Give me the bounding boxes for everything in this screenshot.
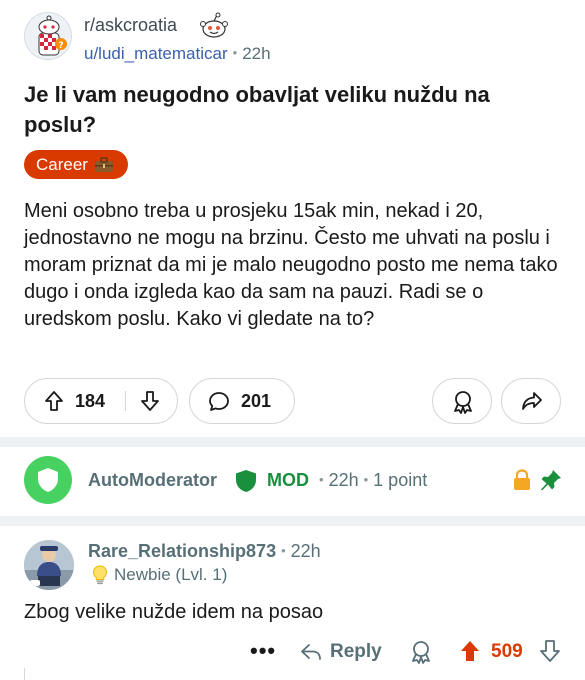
reply-label: Reply	[330, 641, 382, 662]
post-flair[interactable]: Career	[24, 150, 128, 179]
separator-dot: •	[281, 543, 286, 558]
pin-icon	[541, 470, 561, 491]
user-flair: Newbie (Lvl. 1)	[92, 565, 227, 585]
automod-meta: • 22h • 1 point	[314, 470, 427, 491]
post-meta: u/ludi_matematicar • 22h	[84, 44, 271, 64]
automod-name[interactable]: AutoModerator	[88, 470, 217, 491]
more-options-button[interactable]: •••	[250, 638, 276, 664]
post-author[interactable]: u/ludi_matematicar	[84, 44, 228, 63]
separator-dot: •	[232, 45, 238, 60]
commenter-avatar[interactable]	[24, 540, 74, 590]
downvote-icon[interactable]	[538, 639, 562, 663]
automod-avatar[interactable]	[24, 456, 72, 504]
comment-icon	[209, 392, 229, 411]
award-button[interactable]	[432, 378, 492, 424]
post-header: ? r/askcroatia u/ludi_matematicar • 22h	[24, 12, 564, 66]
comment-meta: Rare_Relationship873 • 22h	[88, 541, 321, 562]
comment-author[interactable]: Rare_Relationship873	[88, 541, 276, 561]
comment-score: 509	[491, 641, 523, 662]
comment-actions: ••• Reply 509	[0, 636, 585, 670]
comments-button[interactable]: 201	[189, 378, 295, 424]
share-button[interactable]	[501, 378, 561, 424]
separator-dot: •	[363, 472, 369, 487]
automod-points: 1 point	[373, 470, 428, 490]
downvote-icon[interactable]	[139, 390, 161, 412]
upvote-icon[interactable]	[43, 390, 65, 412]
comment-count: 201	[241, 391, 272, 411]
post-age: 22h	[242, 44, 271, 63]
reply-icon	[301, 644, 321, 660]
comment-text: Zbog velike nužde idem na posao	[24, 601, 324, 623]
mod-badge: MOD	[267, 470, 309, 490]
section-divider	[0, 516, 585, 526]
thread-line	[24, 668, 25, 680]
subreddit-avatar[interactable]: ?	[24, 12, 72, 60]
automod-comment[interactable]: AutoModerator MOD • 22h • 1 point	[24, 455, 569, 505]
share-icon	[522, 392, 542, 410]
mod-shield-icon	[236, 470, 256, 492]
lightbulb-icon	[92, 565, 108, 585]
lock-icon	[514, 469, 530, 490]
comment-header: Rare_Relationship873 • 22h Newbie (Lvl. 1)	[24, 538, 569, 593]
reply-button[interactable]: Reply	[300, 641, 382, 663]
snoo-icon	[200, 12, 228, 38]
vote-separator	[125, 391, 126, 411]
vote-control: 184	[24, 378, 178, 424]
section-divider	[0, 437, 585, 447]
separator-dot: •	[319, 472, 324, 487]
upvote-icon[interactable]	[458, 639, 482, 663]
flair-label: Career	[36, 155, 88, 174]
comment-age: 22h	[290, 541, 321, 561]
award-icon	[454, 391, 472, 414]
award-icon[interactable]	[410, 640, 432, 664]
subreddit-name[interactable]: r/askcroatia	[84, 15, 177, 36]
upvote-count: 184	[75, 391, 106, 411]
user-flair-text: Newbie (Lvl. 1)	[114, 565, 228, 584]
post-body: Meni osobno treba u prosjeku 15ak min, n…	[24, 200, 558, 330]
automod-age: 22h	[328, 470, 359, 490]
briefcase-icon	[94, 156, 113, 172]
post-title: Je li vam neugodno obavljat veliku nuždu…	[24, 82, 490, 137]
svg-text:?: ?	[58, 41, 63, 51]
shield-icon	[38, 468, 58, 492]
